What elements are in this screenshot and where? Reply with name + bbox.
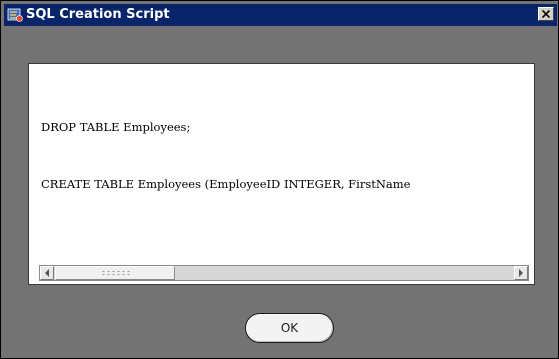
- window-title: SQL Creation Script: [26, 7, 170, 22]
- script-line: CREATE TABLE Employees (EmployeeID INTEG…: [41, 177, 411, 191]
- script-panel: DROP TABLE Employees; CREATE TABLE Emplo…: [28, 63, 535, 285]
- horizontal-scrollbar[interactable]: [39, 265, 529, 281]
- script-line: DROP TABLE Employees;: [41, 120, 191, 134]
- java-app-icon: [7, 7, 23, 23]
- arrow-right-icon: [519, 269, 523, 277]
- arrow-left-icon: [45, 269, 49, 277]
- sql-creation-script-dialog: SQL Creation Script DROP TABLE Employees…: [0, 0, 559, 359]
- title-bar[interactable]: SQL Creation Script: [4, 4, 557, 26]
- close-button[interactable]: [538, 7, 554, 21]
- sql-script-text[interactable]: DROP TABLE Employees; CREATE TABLE Emplo…: [41, 80, 530, 260]
- scroll-left-button[interactable]: [40, 266, 54, 280]
- grip-dots: [101, 270, 131, 276]
- ok-button[interactable]: OK: [245, 313, 334, 343]
- close-icon: [542, 10, 550, 18]
- scrollbar-thumb[interactable]: [55, 266, 175, 280]
- scroll-right-button[interactable]: [514, 266, 528, 280]
